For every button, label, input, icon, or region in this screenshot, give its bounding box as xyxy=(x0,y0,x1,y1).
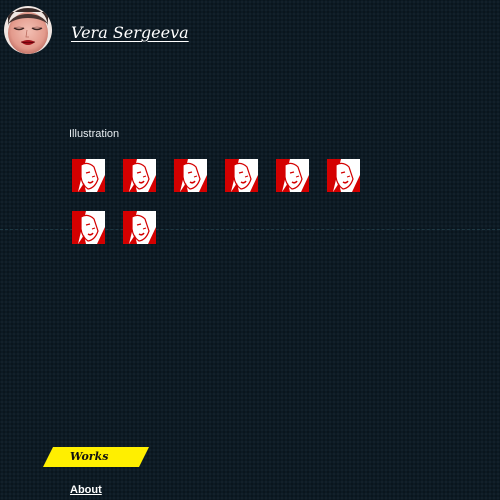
illustration-thumbnail-icon xyxy=(123,211,156,244)
illustration-thumbnail[interactable] xyxy=(123,159,156,192)
illustration-thumbnail-icon xyxy=(225,159,258,192)
illustration-thumbnail[interactable] xyxy=(174,159,207,192)
illustration-thumbnail-icon xyxy=(174,159,207,192)
illustration-thumbnail[interactable] xyxy=(72,159,105,192)
nav-about-link[interactable]: About xyxy=(70,484,102,496)
nav-works-label: Works xyxy=(70,450,109,463)
illustration-thumbnail[interactable] xyxy=(225,159,258,192)
illustration-thumbnail-icon xyxy=(327,159,360,192)
illustration-thumbnail-icon xyxy=(72,159,105,192)
illustration-thumbnail[interactable] xyxy=(72,211,105,244)
illustration-thumbnail[interactable] xyxy=(327,159,360,192)
avatar-face-icon xyxy=(4,6,52,54)
site-title-link[interactable]: Vera Sergeeva xyxy=(71,23,189,42)
avatar[interactable] xyxy=(4,6,52,54)
nav-works-button[interactable]: Works xyxy=(43,447,149,467)
illustration-thumbnail-icon xyxy=(276,159,309,192)
illustration-thumbnail[interactable] xyxy=(276,159,309,192)
illustration-thumbnail-icon xyxy=(123,159,156,192)
illustration-thumbnail-icon xyxy=(72,211,105,244)
section-heading: Illustration xyxy=(69,128,120,140)
illustration-thumbnail[interactable] xyxy=(123,211,156,244)
